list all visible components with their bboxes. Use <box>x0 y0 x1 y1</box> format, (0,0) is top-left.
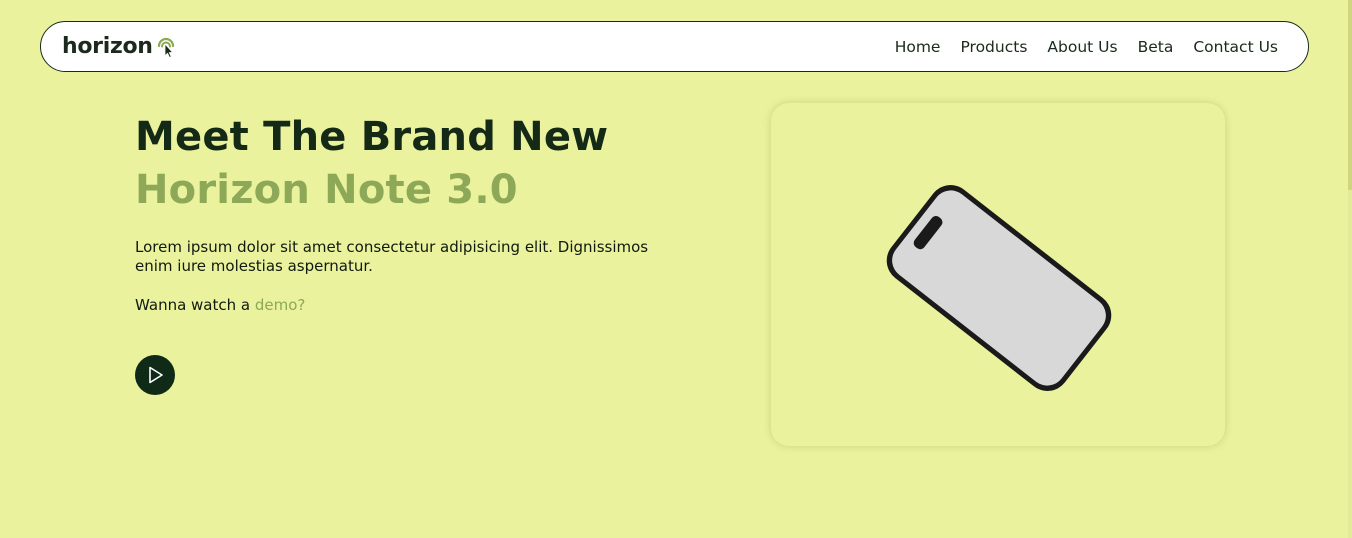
hero-product-name: Horizon Note 3.0 <box>135 167 518 213</box>
page-scrollbar[interactable] <box>1348 0 1352 538</box>
nav-item-about-us[interactable]: About Us <box>1047 38 1117 56</box>
cursor-click-icon <box>157 37 174 58</box>
smartphone-image <box>886 185 1112 391</box>
nav-item-beta[interactable]: Beta <box>1138 38 1174 56</box>
nav-item-products[interactable]: Products <box>960 38 1027 56</box>
play-icon <box>149 366 163 384</box>
nav-item-home[interactable]: Home <box>895 38 941 56</box>
play-demo-button[interactable] <box>135 355 175 395</box>
hero-title: Meet The Brand New <box>135 114 609 160</box>
demo-prompt-text: Wanna watch a <box>135 296 255 314</box>
hero-description: Lorem ipsum dolor sit amet consectetur a… <box>135 238 649 275</box>
demo-prompt: Wanna watch a demo? <box>135 296 305 314</box>
brand-logo[interactable]: horizon <box>62 34 177 59</box>
nav-links: Home Products About Us Beta Contact Us <box>895 37 1278 56</box>
nav-item-contact-us[interactable]: Contact Us <box>1193 38 1278 56</box>
scrollbar-thumb[interactable] <box>1348 0 1352 190</box>
navbar: horizon Home Products About Us Beta Cont… <box>40 21 1309 72</box>
product-image-card <box>771 103 1225 446</box>
demo-link[interactable]: demo? <box>255 296 306 314</box>
brand-name: horizon <box>62 34 153 59</box>
